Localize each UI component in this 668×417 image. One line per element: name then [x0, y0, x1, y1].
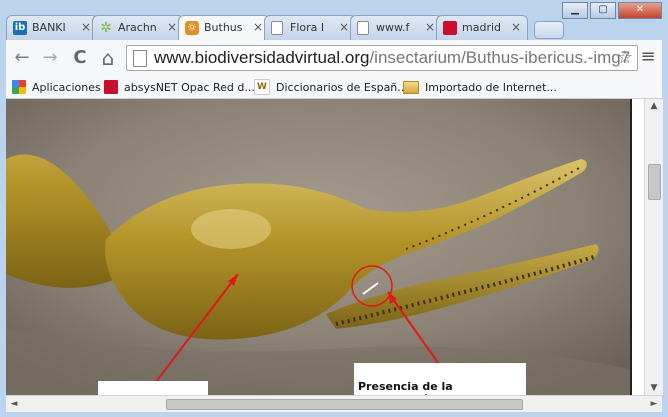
close-tab-icon[interactable]: ×	[339, 20, 349, 34]
wr-icon: W	[254, 79, 270, 95]
page-icon	[271, 21, 283, 35]
bookmark-diccionarios[interactable]: W Diccionarios de Españ...	[254, 79, 408, 95]
madrid-icon	[443, 21, 457, 35]
page-icon	[133, 50, 147, 67]
new-tab-button[interactable]	[534, 21, 564, 39]
folder-icon	[403, 80, 419, 94]
bookmark-importado[interactable]: Importado de Internet...	[403, 79, 557, 95]
back-arrow-icon[interactable]: ←	[10, 46, 34, 70]
tab-buthus[interactable]: ☼ Buthus ×	[178, 15, 270, 41]
apps-grid-icon	[12, 80, 26, 94]
tab-title: Arachn	[118, 21, 157, 34]
scroll-left-icon[interactable]: ◄	[6, 396, 22, 412]
close-tab-icon[interactable]: ×	[253, 20, 263, 34]
leaf-icon: ✲	[100, 20, 112, 36]
bookmark-label: Aplicaciones	[32, 80, 101, 94]
home-icon[interactable]: ⌂	[96, 46, 120, 70]
tab-strip: ib BANKI × ✲ Arachn × ☼ Buthus × Flora I…	[6, 15, 656, 41]
caption-left	[98, 381, 208, 395]
address-bar[interactable]: www.biodiversidadvirtual.org/insectarium…	[126, 45, 638, 71]
tab-banki[interactable]: ib BANKI ×	[6, 15, 98, 40]
close-tab-icon[interactable]: ×	[511, 20, 521, 34]
tab-flora[interactable]: Flora I ×	[264, 15, 356, 40]
forward-arrow-icon[interactable]: →	[38, 46, 62, 70]
tab-title: www.f	[376, 21, 410, 34]
url-text[interactable]: www.biodiversidadvirtual.org/insectarium…	[154, 48, 630, 68]
caption-right: Presencia de la combinación	[354, 363, 526, 395]
bookmarks-bar: Aplicaciones absysNET Opac Red d... W Di…	[6, 76, 662, 99]
tab-title: madrid	[462, 21, 501, 34]
bookmark-apps[interactable]: Aplicaciones	[12, 79, 101, 95]
horizontal-scroll-thumb[interactable]	[166, 399, 523, 410]
scroll-up-icon[interactable]: ▲	[645, 99, 663, 113]
vertical-scroll-thumb[interactable]	[648, 164, 661, 200]
horizontal-scrollbar[interactable]: ◄ ►	[6, 395, 662, 412]
tab-title: BANKI	[32, 21, 66, 34]
bookmark-label: Importado de Internet...	[425, 80, 557, 94]
page-icon	[357, 21, 369, 35]
url-path: /insectarium/Buthus-ibericus.-img7	[369, 48, 631, 67]
close-tab-icon[interactable]: ×	[425, 20, 435, 34]
tab-madrid[interactable]: madrid ×	[436, 15, 528, 40]
scroll-right-icon[interactable]: ►	[646, 396, 662, 412]
absysnet-icon	[104, 80, 118, 94]
tab-title: Buthus	[204, 21, 243, 34]
ib-icon: ib	[13, 21, 27, 35]
vertical-scrollbar[interactable]: ▲ ▼	[644, 99, 663, 395]
toolbar: ← → C ⌂ www.biodiversidadvirtual.org/ins…	[6, 40, 662, 76]
bookmark-absysnet[interactable]: absysNET Opac Red d...	[104, 79, 255, 95]
star-icon[interactable]: ☆	[617, 47, 633, 68]
bookmark-label: absysNET Opac Red d...	[124, 80, 255, 94]
tab-www[interactable]: www.f ×	[350, 15, 442, 40]
scorpion-photo	[6, 99, 630, 395]
close-tab-icon[interactable]: ×	[81, 20, 91, 34]
browser-window: ▁ ▢ ✕ ib BANKI × ✲ Arachn × ☼ Buthus × F…	[0, 0, 668, 417]
sun-icon: ☼	[185, 21, 199, 35]
bookmark-label: Diccionarios de Españ...	[276, 80, 408, 94]
page-content: Presencia de la combinación	[6, 99, 630, 395]
url-host: www.biodiversidadvirtual.org	[154, 48, 370, 67]
tab-title: Flora I	[290, 21, 325, 34]
scroll-down-icon[interactable]: ▼	[645, 381, 663, 395]
close-tab-icon[interactable]: ×	[167, 20, 177, 34]
page-edge	[630, 99, 644, 395]
tab-arachnology[interactable]: ✲ Arachn ×	[92, 15, 184, 40]
reload-icon[interactable]: C	[68, 46, 92, 70]
menu-icon[interactable]: ≡	[638, 47, 658, 67]
